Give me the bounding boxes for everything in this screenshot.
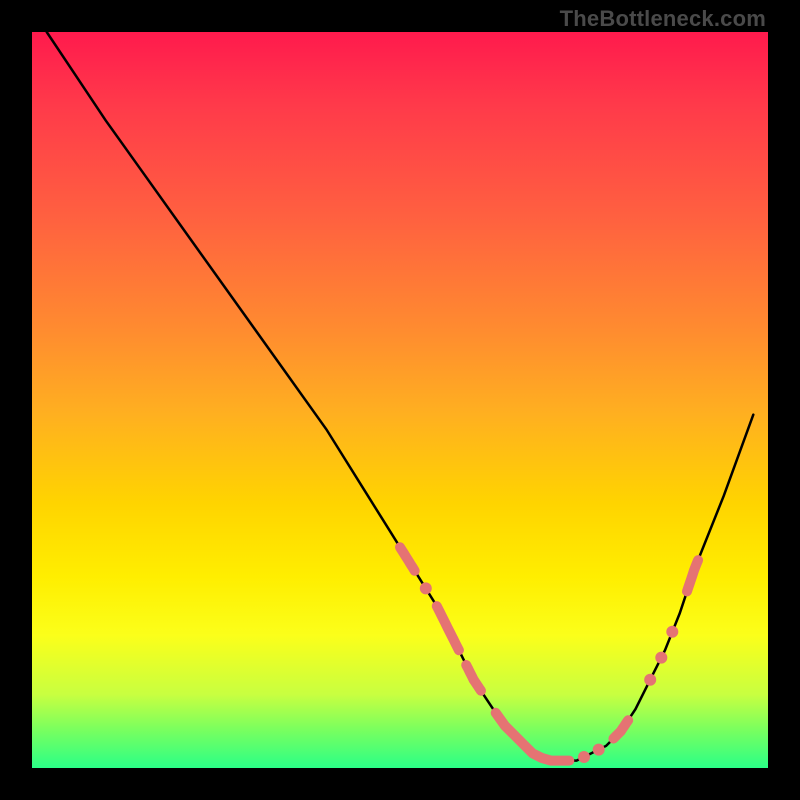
marker-dot xyxy=(655,652,667,664)
marker-segment xyxy=(400,547,415,571)
marker-segment xyxy=(687,560,698,591)
marker-dot xyxy=(420,582,432,594)
marker-dot xyxy=(666,626,678,638)
watermark-text: TheBottleneck.com xyxy=(560,6,766,32)
marker-dot xyxy=(593,744,605,756)
chart-frame: TheBottleneck.com xyxy=(0,0,800,800)
chart-svg xyxy=(32,32,768,768)
marker-dot xyxy=(578,751,590,763)
bottleneck-curve xyxy=(47,32,754,761)
marker-segment xyxy=(466,665,481,691)
marker-dot xyxy=(644,674,656,686)
chart-markers xyxy=(400,547,698,763)
chart-plot-area xyxy=(32,32,768,768)
marker-segment xyxy=(496,713,570,761)
marker-segment xyxy=(437,606,459,650)
marker-segment xyxy=(613,720,628,738)
